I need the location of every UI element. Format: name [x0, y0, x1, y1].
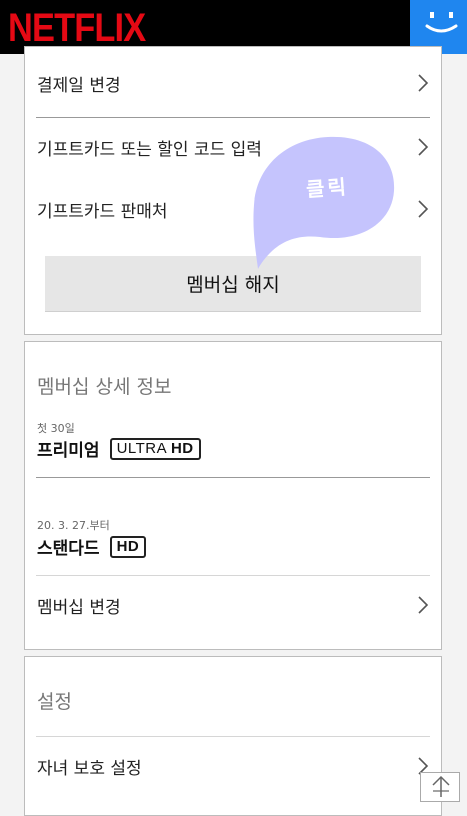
settings-card: 설정 자녀 보호 설정: [24, 656, 442, 816]
hd-badge: HD: [109, 535, 147, 558]
membership-details-card: 멤버십 상세 정보 첫 30일 프리미엄 ULTRA HD 20. 3. 27.…: [24, 341, 442, 650]
enter-gift-code-label: 기프트카드 또는 할인 코드 입력: [37, 139, 262, 160]
parental-controls-row[interactable]: 자녀 보호 설정: [37, 736, 429, 796]
ultra-hd-badge: ULTRA HD: [109, 437, 201, 460]
netflix-logo[interactable]: NETFLIX: [8, 6, 146, 50]
settings-title: 설정: [37, 691, 72, 713]
chevron-right-icon: [418, 138, 429, 156]
click-bubble-text: 클릭: [305, 174, 350, 202]
scroll-to-top-button[interactable]: [420, 772, 460, 802]
gift-card-retailers-label: 기프트카드 판매처: [37, 201, 168, 222]
change-plan-row[interactable]: 멤버십 변경: [37, 575, 429, 635]
change-plan-label: 멤버십 변경: [37, 597, 121, 618]
change-billing-date-row[interactable]: 결제일 변경: [37, 53, 429, 113]
parental-controls-label: 자녀 보호 설정: [37, 758, 142, 779]
current-plan-name: 프리미엄: [37, 441, 100, 461]
membership-details-title: 멤버십 상세 정보: [37, 376, 172, 398]
divider: [36, 477, 430, 478]
current-plan-note: 첫 30일: [37, 422, 75, 435]
next-plan: 스탠다드 HD: [37, 534, 147, 559]
chevron-right-icon: [418, 200, 429, 218]
chevron-right-icon: [418, 596, 429, 614]
next-plan-note: 20. 3. 27.부터: [37, 519, 110, 532]
click-speech-bubble: [253, 136, 395, 269]
next-plan-name: 스탠다드: [37, 539, 100, 559]
current-plan: 프리미엄 ULTRA HD: [37, 436, 201, 461]
chevron-right-icon: [418, 74, 429, 92]
ultra-hd-badge-light: ULTRA: [116, 439, 171, 457]
ultra-hd-badge-bold: HD: [170, 439, 194, 457]
change-billing-date-label: 결제일 변경: [37, 75, 121, 96]
arrow-up-icon: [432, 775, 450, 797]
